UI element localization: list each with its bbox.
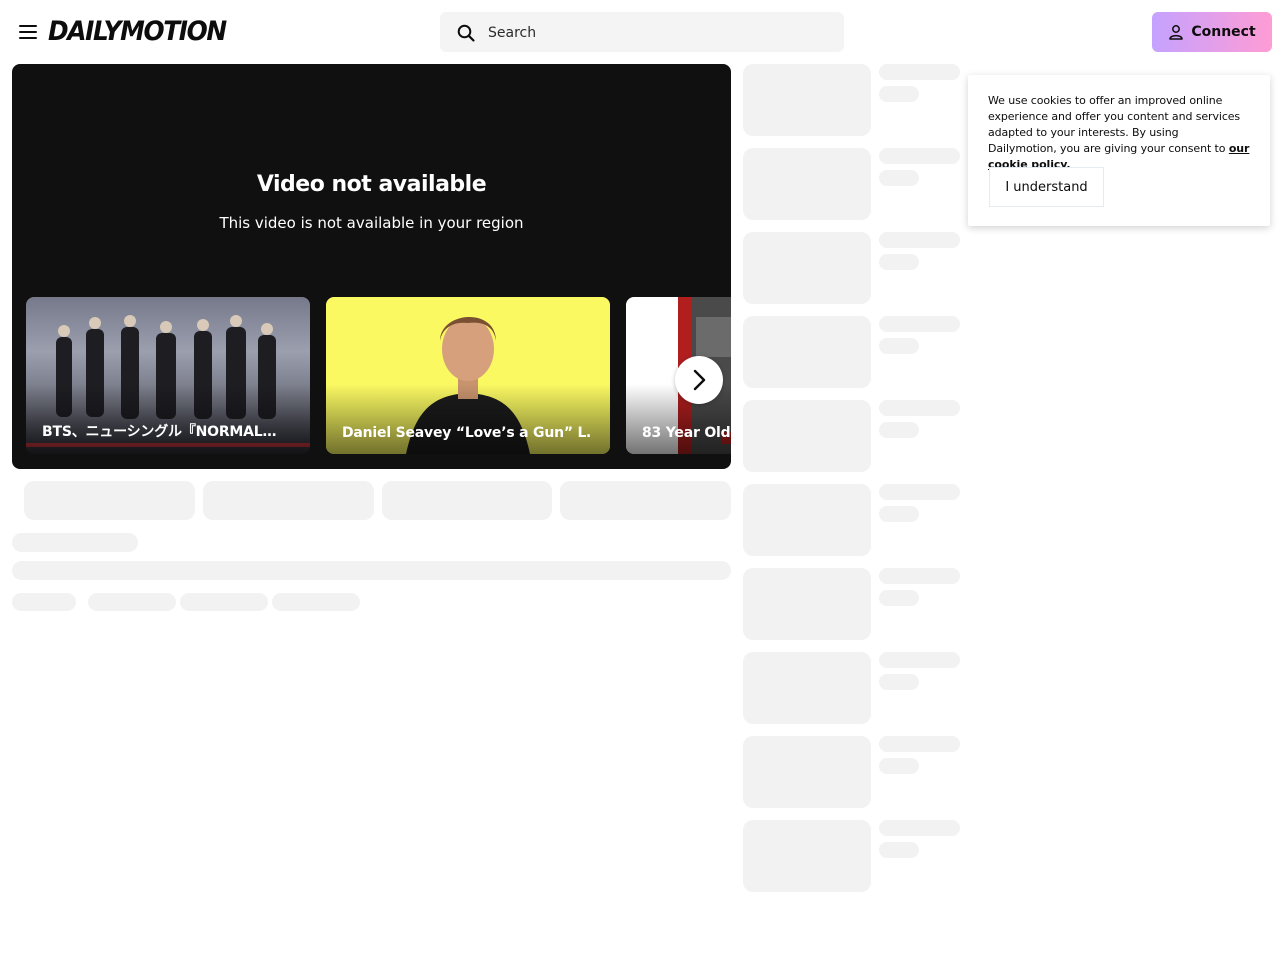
skeleton-title bbox=[879, 316, 960, 332]
skeleton-chip bbox=[24, 481, 195, 520]
skeleton-line bbox=[12, 593, 76, 611]
skeleton-meta bbox=[879, 170, 919, 186]
user-icon bbox=[1169, 25, 1184, 40]
skeleton-line bbox=[180, 593, 268, 611]
skeleton-thumbnail bbox=[743, 484, 871, 556]
player-error-message: This video is not available in your regi… bbox=[219, 214, 524, 232]
skeleton-title bbox=[879, 484, 960, 500]
chevron-right-icon bbox=[693, 369, 706, 391]
recommended-video-card[interactable]: BTS、ニューシングル『NORMAL… bbox=[26, 297, 310, 454]
skeleton-chip bbox=[382, 481, 552, 520]
skeleton-meta bbox=[879, 590, 919, 606]
skeleton-title bbox=[879, 400, 960, 416]
video-player: Video not available This video is not av… bbox=[12, 64, 731, 469]
dailymotion-logo[interactable]: DAILYMOTION bbox=[48, 13, 227, 51]
skeleton-line bbox=[12, 561, 731, 580]
skeleton-meta bbox=[879, 506, 919, 522]
skeleton-title bbox=[879, 736, 960, 752]
video-card-title: 83 Year Old bbox=[642, 425, 731, 441]
player-error-title: Video not available bbox=[256, 172, 487, 197]
skeleton-title bbox=[879, 64, 960, 80]
carousel-next-button[interactable] bbox=[675, 356, 723, 404]
skeleton-title bbox=[879, 820, 960, 836]
skeleton-meta bbox=[879, 86, 919, 102]
skeleton-line bbox=[272, 593, 360, 611]
cookie-text: We use cookies to offer an improved onli… bbox=[988, 93, 1250, 173]
skeleton-thumbnail bbox=[743, 652, 871, 724]
skeleton-meta bbox=[879, 674, 919, 690]
skeleton-line bbox=[12, 533, 138, 552]
skeleton-thumbnail bbox=[743, 232, 871, 304]
video-card-title: Daniel Seavey “Love’s a Gun” L… bbox=[342, 425, 590, 441]
skeleton-meta bbox=[879, 338, 919, 354]
skeleton-thumbnail bbox=[743, 736, 871, 808]
connect-label: Connect bbox=[1191, 24, 1256, 40]
cookie-message: We use cookies to offer an improved onli… bbox=[988, 94, 1241, 155]
skeleton-chip bbox=[203, 481, 374, 520]
recommended-video-card[interactable]: Daniel Seavey “Love’s a Gun” L… bbox=[326, 297, 610, 454]
skeleton-thumbnail bbox=[743, 148, 871, 220]
skeleton-title bbox=[879, 652, 960, 668]
skeleton-title bbox=[879, 568, 960, 584]
skeleton-line bbox=[88, 593, 176, 611]
skeleton-thumbnail bbox=[743, 820, 871, 892]
search-icon[interactable] bbox=[456, 23, 476, 43]
connect-button[interactable]: Connect bbox=[1152, 12, 1272, 52]
skeleton-meta bbox=[879, 842, 919, 858]
skeleton-thumbnail bbox=[743, 64, 871, 136]
search-input[interactable] bbox=[486, 12, 830, 54]
skeleton-thumbnail bbox=[743, 316, 871, 388]
skeleton-thumbnail bbox=[743, 568, 871, 640]
cookie-accept-button[interactable]: I understand bbox=[989, 167, 1104, 207]
header: DAILYMOTION Connect bbox=[0, 0, 1284, 64]
skeleton-meta bbox=[879, 758, 919, 774]
skeleton-title bbox=[879, 148, 960, 164]
skeleton-meta bbox=[879, 254, 919, 270]
video-card-title: BTS、ニューシングル『NORMAL… bbox=[42, 424, 277, 440]
skeleton-thumbnail bbox=[743, 400, 871, 472]
skeleton-title bbox=[879, 232, 960, 248]
search-bar bbox=[440, 12, 844, 54]
cookie-banner: We use cookies to offer an improved onli… bbox=[968, 75, 1270, 226]
skeleton-meta bbox=[879, 422, 919, 438]
skeleton-chip bbox=[560, 481, 731, 520]
menu-icon[interactable] bbox=[16, 20, 40, 44]
